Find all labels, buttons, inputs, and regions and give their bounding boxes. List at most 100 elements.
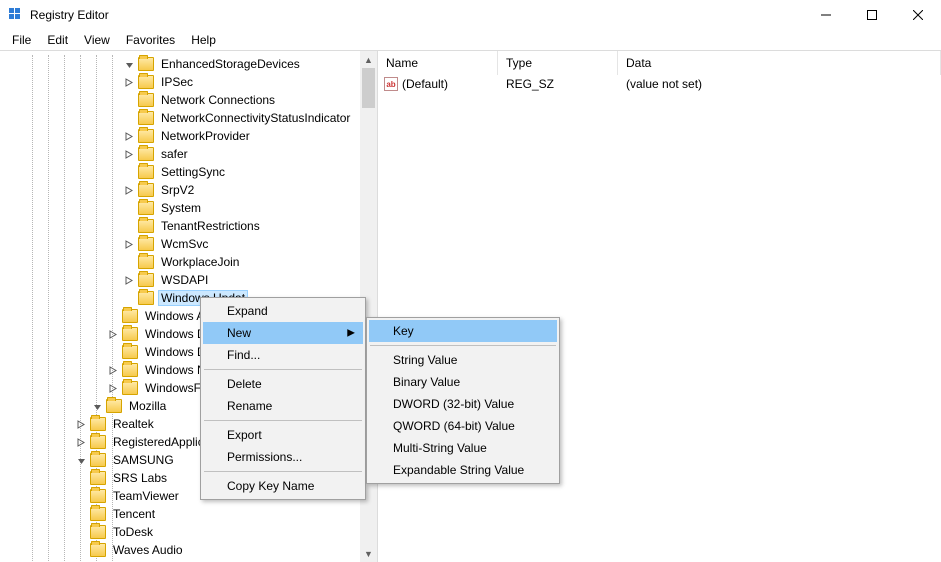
scroll-down-icon[interactable]: ▼ xyxy=(360,545,377,562)
value-data: (value not set) xyxy=(618,77,941,91)
submenu-arrow-icon: ▶ xyxy=(347,328,355,339)
tree-item[interactable]: Waves Audio xyxy=(2,541,377,559)
folder-icon xyxy=(138,255,154,269)
tree-item[interactable]: NetworkProvider xyxy=(2,127,377,145)
tree-item[interactable]: WcmSvc xyxy=(2,235,377,253)
col-header-name[interactable]: Name xyxy=(378,51,498,75)
expand-icon xyxy=(122,291,136,305)
tree-item[interactable]: WorkplaceJoin xyxy=(2,253,377,271)
expand-icon[interactable] xyxy=(122,273,136,287)
tree-item[interactable]: Network Connections xyxy=(2,91,377,109)
minimize-button[interactable] xyxy=(803,0,849,30)
col-header-type[interactable]: Type xyxy=(498,51,618,75)
tree-item-label: Tencent xyxy=(110,506,158,522)
separator xyxy=(204,369,362,370)
ctx-expand[interactable]: Expand xyxy=(203,300,363,322)
ctx-find[interactable]: Find... xyxy=(203,344,363,366)
expand-icon[interactable] xyxy=(106,327,120,341)
expand-icon xyxy=(74,543,88,557)
tree-item-label: SRS Labs xyxy=(110,470,170,486)
expand-icon[interactable] xyxy=(74,417,88,431)
expand-icon xyxy=(74,471,88,485)
tree-item[interactable]: NetworkConnectivityStatusIndicator xyxy=(2,109,377,127)
tree-item-label: Waves Audio xyxy=(110,542,186,558)
expand-icon[interactable] xyxy=(122,147,136,161)
menu-view[interactable]: View xyxy=(76,31,118,49)
collapse-icon[interactable] xyxy=(90,399,104,413)
expand-icon xyxy=(74,525,88,539)
tree-item[interactable]: EnhancedStorageDevices xyxy=(2,55,377,73)
tree-item-label: safer xyxy=(158,146,191,162)
close-button[interactable] xyxy=(895,0,941,30)
folder-icon xyxy=(90,417,106,431)
ctx-copy-key-name[interactable]: Copy Key Name xyxy=(203,475,363,497)
folder-icon xyxy=(138,75,154,89)
folder-icon xyxy=(138,165,154,179)
tree-item[interactable]: TenantRestrictions xyxy=(2,217,377,235)
folder-icon xyxy=(138,201,154,215)
menu-favorites[interactable]: Favorites xyxy=(118,31,183,49)
tree-item-label: ToDesk xyxy=(110,524,156,540)
context-menu: Expand New ▶ Find... Delete Rename Expor… xyxy=(200,297,366,500)
folder-icon xyxy=(138,111,154,125)
window-title: Registry Editor xyxy=(30,8,109,22)
sub-dword[interactable]: DWORD (32-bit) Value xyxy=(369,393,557,415)
scroll-up-icon[interactable]: ▲ xyxy=(360,51,377,68)
tree-item-label: Realtek xyxy=(110,416,157,432)
tree-item-label: NetworkConnectivityStatusIndicator xyxy=(158,110,353,126)
expand-icon[interactable] xyxy=(74,435,88,449)
folder-icon xyxy=(138,93,154,107)
sub-multi-string[interactable]: Multi-String Value xyxy=(369,437,557,459)
sub-binary[interactable]: Binary Value xyxy=(369,371,557,393)
tree-item[interactable]: IPSec xyxy=(2,73,377,91)
tree-item[interactable]: WSDAPI xyxy=(2,271,377,289)
maximize-button[interactable] xyxy=(849,0,895,30)
tree-item[interactable]: SettingSync xyxy=(2,163,377,181)
ctx-permissions[interactable]: Permissions... xyxy=(203,446,363,468)
col-header-data[interactable]: Data xyxy=(618,51,941,75)
sub-string[interactable]: String Value xyxy=(369,349,557,371)
expand-icon[interactable] xyxy=(122,237,136,251)
tree-item[interactable]: SrpV2 xyxy=(2,181,377,199)
tree-item[interactable]: System xyxy=(2,199,377,217)
separator xyxy=(204,420,362,421)
expand-icon[interactable] xyxy=(122,183,136,197)
ctx-delete[interactable]: Delete xyxy=(203,373,363,395)
ctx-rename[interactable]: Rename xyxy=(203,395,363,417)
window-controls xyxy=(803,0,941,30)
collapse-icon[interactable] xyxy=(122,57,136,71)
expand-icon[interactable] xyxy=(122,129,136,143)
separator xyxy=(370,345,556,346)
folder-icon xyxy=(138,57,154,71)
menu-file[interactable]: File xyxy=(4,31,39,49)
folder-icon xyxy=(122,363,138,377)
tree-item-label: EnhancedStorageDevices xyxy=(158,56,303,72)
folder-icon xyxy=(122,381,138,395)
ctx-new[interactable]: New ▶ xyxy=(203,322,363,344)
list-pane[interactable]: Name Type Data ab (Default) REG_SZ (valu… xyxy=(378,51,941,562)
tree-item-label: WSDAPI xyxy=(158,272,211,288)
folder-icon xyxy=(138,219,154,233)
tree-item[interactable]: ToDesk xyxy=(2,523,377,541)
scroll-thumb[interactable] xyxy=(362,68,375,108)
expand-icon xyxy=(74,507,88,521)
expand-icon xyxy=(74,489,88,503)
sub-expandable-string[interactable]: Expandable String Value xyxy=(369,459,557,481)
expand-icon[interactable] xyxy=(122,75,136,89)
expand-icon xyxy=(122,165,136,179)
expand-icon[interactable] xyxy=(106,363,120,377)
list-row[interactable]: ab (Default) REG_SZ (value not set) xyxy=(378,75,941,93)
menu-edit[interactable]: Edit xyxy=(39,31,76,49)
sub-qword[interactable]: QWORD (64-bit) Value xyxy=(369,415,557,437)
separator xyxy=(204,471,362,472)
collapse-icon[interactable] xyxy=(74,453,88,467)
menu-help[interactable]: Help xyxy=(183,31,224,49)
tree-item[interactable]: Tencent xyxy=(2,505,377,523)
tree-item-label: TeamViewer xyxy=(110,488,182,504)
tree-item-label: WcmSvc xyxy=(158,236,211,252)
ctx-export[interactable]: Export xyxy=(203,424,363,446)
tree-item[interactable]: safer xyxy=(2,145,377,163)
value-name: (Default) xyxy=(402,77,448,91)
sub-key[interactable]: Key xyxy=(369,320,557,342)
expand-icon[interactable] xyxy=(106,381,120,395)
